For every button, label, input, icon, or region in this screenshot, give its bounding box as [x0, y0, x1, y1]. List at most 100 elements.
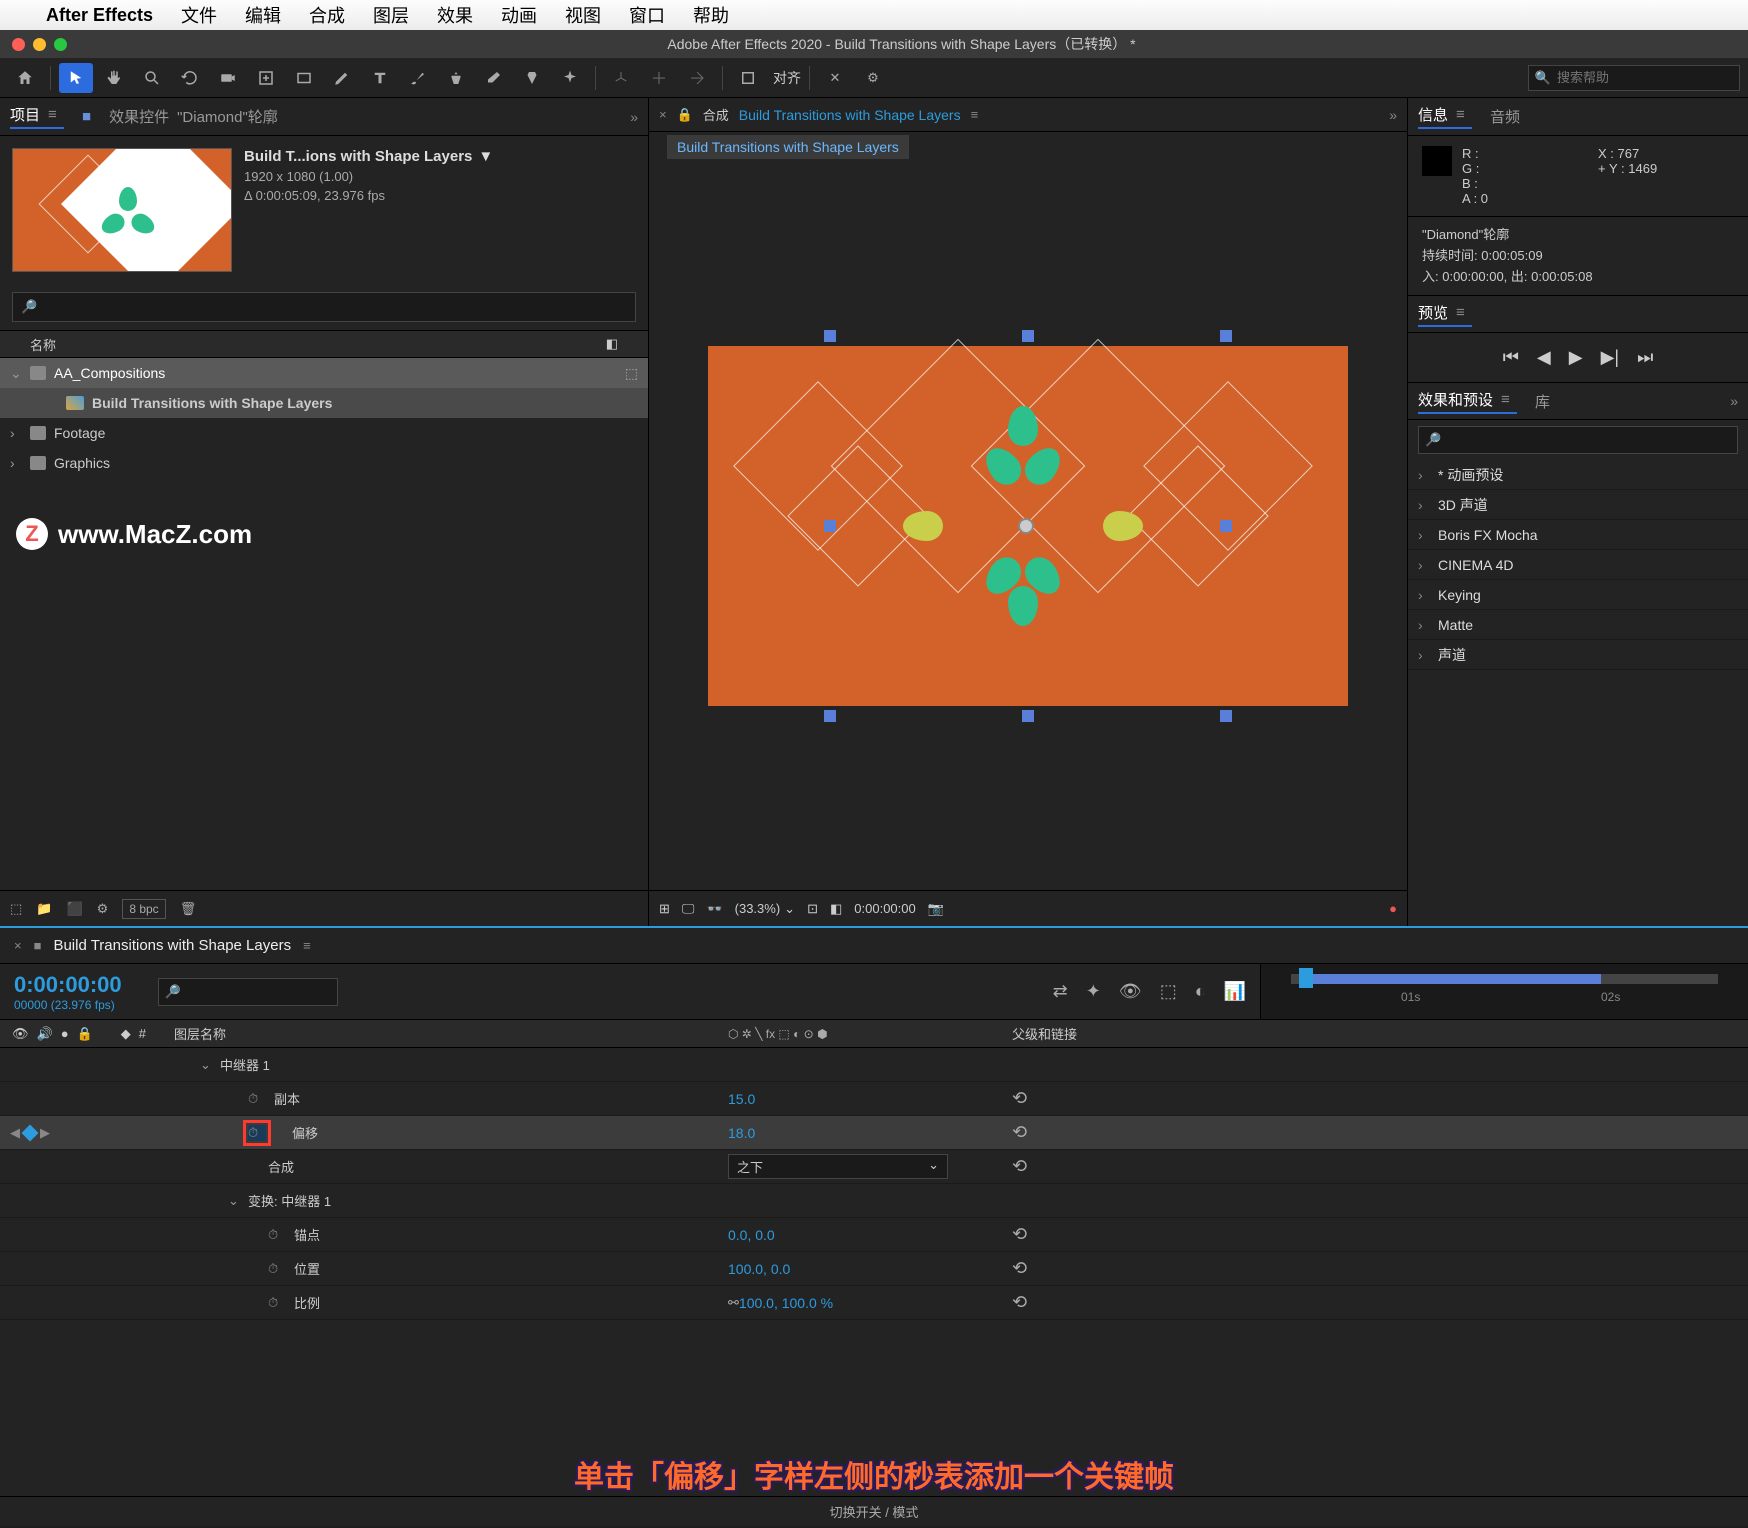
new-comp-icon[interactable]: ⬛ — [66, 901, 82, 917]
breadcrumb-item[interactable]: Build Transitions with Shape Layers — [667, 135, 909, 159]
stopwatch-icon[interactable]: ⏱ — [268, 1261, 286, 1277]
menu-file[interactable]: 文件 — [181, 2, 217, 28]
col-type-icon[interactable]: ◧ — [606, 336, 618, 352]
prev-keyframe-button[interactable]: ◀ — [10, 1125, 20, 1141]
menu-animation[interactable]: 动画 — [501, 2, 537, 28]
link-icon[interactable]: ⟲ — [1012, 1258, 1027, 1279]
visibility-col-icon[interactable]: 👁 — [12, 1026, 29, 1042]
last-frame-button[interactable]: ⏭ — [1637, 347, 1653, 368]
motion-blur-icon[interactable]: ◐ — [1195, 981, 1206, 1002]
first-frame-button[interactable]: ⏮ — [1503, 347, 1519, 368]
next-keyframe-button[interactable]: ▶ — [40, 1125, 50, 1141]
link-icon[interactable]: ⟲ — [1012, 1088, 1027, 1109]
chevron-down-icon[interactable]: ▼ — [478, 148, 493, 165]
tl-row-transform[interactable]: ⌄变换: 中继器 1 — [0, 1184, 1748, 1218]
tab-info[interactable]: 信息≡ — [1418, 104, 1472, 129]
toggle-switches-button[interactable]: 切换开关 / 模式 — [830, 1502, 919, 1521]
tree-comp-build-transitions[interactable]: Build Transitions with Shape Layers — [0, 388, 648, 418]
panel-menu-icon[interactable]: ≡ — [303, 938, 319, 953]
project-settings-icon[interactable]: ⚙ — [97, 901, 109, 917]
comp-flowchart-icon[interactable]: ⇄ — [1053, 981, 1068, 1002]
comp-tab-name[interactable]: Build Transitions with Shape Layers — [739, 107, 961, 123]
constrain-icon[interactable]: ⚯ — [728, 1295, 739, 1311]
tree-folder-graphics[interactable]: › Graphics — [0, 448, 648, 478]
panel-overflow-icon[interactable]: » — [1730, 393, 1738, 409]
fx-category[interactable]: ›CINEMA 4D — [1408, 550, 1748, 580]
tab-preview[interactable]: 预览≡ — [1418, 302, 1472, 327]
fx-category[interactable]: ›Keying — [1408, 580, 1748, 610]
menu-help[interactable]: 帮助 — [693, 2, 729, 28]
expand-arrow-icon[interactable]: › — [10, 455, 22, 471]
tree-folder-footage[interactable]: › Footage — [0, 418, 648, 448]
axis-mode-icon[interactable] — [604, 63, 638, 93]
fx-category[interactable]: ›Matte — [1408, 610, 1748, 640]
comp-thumbnail[interactable] — [12, 148, 232, 272]
expand-arrow-icon[interactable]: ⌄ — [228, 1193, 240, 1209]
viewer-display-icon[interactable]: 🖵 — [682, 901, 695, 917]
maximize-window-button[interactable] — [54, 38, 67, 51]
tl-row-scale[interactable]: ⏱比例 ⚯ 100.0, 100.0 % ⟲ — [0, 1286, 1748, 1320]
tab-effect-controls[interactable]: 效果控件 "Diamond"轮廓 — [109, 106, 278, 127]
composition-viewer[interactable] — [649, 162, 1407, 890]
app-name[interactable]: After Effects — [46, 5, 153, 26]
close-window-button[interactable] — [12, 38, 25, 51]
folder-flow-icon[interactable]: ⬚ — [625, 365, 638, 382]
project-search-input[interactable] — [37, 300, 627, 315]
keyframe-diamond-icon[interactable] — [22, 1124, 39, 1141]
composition-canvas[interactable] — [708, 346, 1348, 706]
panel-overflow-icon[interactable]: » — [630, 109, 638, 125]
tl-row-repeater[interactable]: ⌄中继器 1 — [0, 1048, 1748, 1082]
playhead-icon[interactable] — [1299, 968, 1313, 988]
stopwatch-icon[interactable]: ⏱ — [268, 1295, 286, 1311]
tl-row-anchor[interactable]: ⏱锚点 0.0, 0.0 ⟲ — [0, 1218, 1748, 1252]
next-frame-button[interactable]: ▶| — [1601, 347, 1620, 368]
axis-mode-2-icon[interactable] — [642, 63, 676, 93]
panel-menu-icon[interactable]: ≡ — [971, 107, 987, 122]
menu-layer[interactable]: 图层 — [373, 2, 409, 28]
tl-row-offset[interactable]: ◀ ▶ ⏱偏移 18.0 ⟲ — [0, 1116, 1748, 1150]
viewer-mask-icon[interactable]: 👓 — [706, 901, 722, 917]
expand-arrow-icon[interactable]: › — [10, 425, 22, 441]
parent-col[interactable]: 父级和链接 — [1012, 1024, 1077, 1043]
stopwatch-icon[interactable]: ⏱ — [248, 1125, 266, 1141]
panel-overflow-icon[interactable]: » — [1389, 107, 1397, 123]
link-icon[interactable]: ⟲ — [1012, 1122, 1027, 1143]
fx-category[interactable]: ›* 动画预设 — [1408, 460, 1748, 490]
viewer-resolution-icon[interactable]: ⊡ — [807, 901, 818, 917]
col-name[interactable]: 名称 — [30, 335, 56, 354]
composite-dropdown[interactable]: 之下⌄ — [728, 1154, 948, 1179]
link-icon[interactable]: ⟲ — [1012, 1156, 1027, 1177]
solo-col-icon[interactable]: ● — [61, 1026, 69, 1041]
tree-folder-aa-compositions[interactable]: ⌄ AA_Compositions ⬚ — [0, 358, 648, 388]
settings-icon[interactable]: ⚙ — [856, 63, 890, 93]
mask-mode-icon[interactable]: ✕ — [818, 63, 852, 93]
menu-view[interactable]: 视图 — [565, 2, 601, 28]
viewer-grid-icon[interactable]: ⊞ — [659, 901, 670, 917]
effects-search[interactable]: 🔎 — [1418, 426, 1738, 454]
tl-row-copies[interactable]: ⏱副本 15.0 ⟲ — [0, 1082, 1748, 1116]
graph-editor-icon[interactable]: 📊 — [1224, 981, 1246, 1002]
menu-composition[interactable]: 合成 — [309, 2, 345, 28]
prev-frame-button[interactable]: ◀ — [1537, 347, 1551, 368]
color-mgmt-icon[interactable]: ● — [1389, 901, 1397, 916]
menu-effect[interactable]: 效果 — [437, 2, 473, 28]
pan-behind-tool[interactable] — [249, 63, 283, 93]
timeline-search[interactable]: 🔎 — [158, 978, 338, 1006]
prop-value[interactable]: 100.0, 0.0 — [728, 1261, 790, 1277]
fx-category[interactable]: ›Boris FX Mocha — [1408, 520, 1748, 550]
tl-row-position[interactable]: ⏱位置 100.0, 0.0 ⟲ — [0, 1252, 1748, 1286]
menu-window[interactable]: 窗口 — [629, 2, 665, 28]
current-time[interactable]: 0:00:00:00 — [14, 972, 122, 998]
tl-row-composite[interactable]: 合成 之下⌄ ⟲ — [0, 1150, 1748, 1184]
label-col-icon[interactable]: ◆ — [121, 1026, 131, 1042]
expand-arrow-icon[interactable]: ⌄ — [10, 365, 22, 382]
text-tool[interactable] — [363, 63, 397, 93]
home-button[interactable] — [8, 63, 42, 93]
fx-category[interactable]: ›声道 — [1408, 640, 1748, 670]
prop-value[interactable]: 100.0, 100.0 % — [739, 1295, 833, 1311]
prop-value[interactable]: 15.0 — [728, 1091, 755, 1107]
play-button[interactable]: ▶ — [1569, 347, 1583, 368]
interpret-footage-icon[interactable]: ⬚ — [10, 901, 22, 917]
tab-audio[interactable]: 音频 — [1490, 106, 1520, 127]
roto-brush-tool[interactable] — [515, 63, 549, 93]
